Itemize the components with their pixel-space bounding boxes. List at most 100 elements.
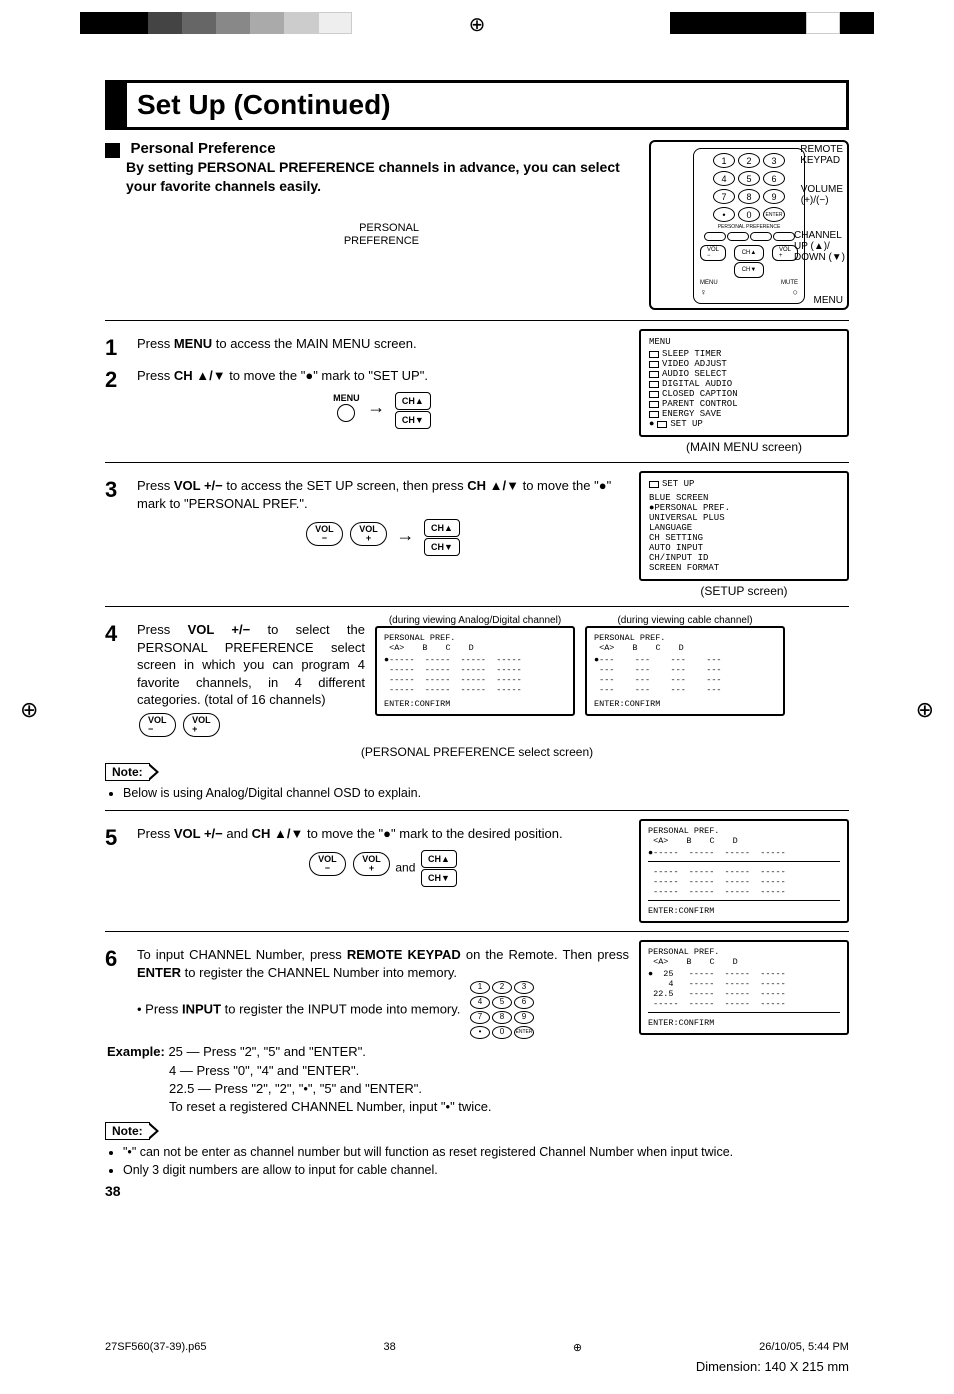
osd-item: PARENT CONTROL (662, 399, 738, 409)
crop-marks: ⊕ (0, 0, 954, 50)
pp-confirm: ENTER:CONFIRM (594, 699, 776, 709)
title-text: Set Up (Continued) (137, 89, 391, 120)
example-3: 22.5 — Press "2", "2", "•", "5" and "ENT… (169, 1080, 849, 1098)
key-5[interactable]: 5 (738, 171, 760, 186)
example-4: To reset a registered CHANNEL Number, in… (169, 1098, 849, 1116)
footer-file: 27SF560(37-39).p65 (105, 1341, 207, 1354)
step-1-num: 1 (105, 335, 127, 361)
callout-keypad: REMOTE KEYPAD (800, 144, 843, 166)
setup-caption: (SETUP screen) (639, 584, 849, 598)
pp-screen-step5: PERSONAL PREF. <A>BCD ●----- ----- -----… (639, 819, 849, 923)
osd-item: LANGUAGE (649, 523, 839, 533)
ch-down-box: CH▼ (424, 538, 460, 556)
key-6[interactable]: 6 (763, 171, 785, 186)
menu-label: MENU (333, 392, 360, 404)
key-dot[interactable]: • (713, 207, 735, 222)
vol-down-btn[interactable]: VOL− (700, 245, 726, 261)
osd-item: SET UP (670, 419, 702, 429)
vol-minus-pill: VOL − (306, 522, 343, 546)
example-1: 25 — Press "2", "5" and "ENTER". (168, 1044, 365, 1059)
ch-up-btn[interactable]: CH▲ (734, 245, 764, 261)
osd-setup-title: SET UP (662, 479, 694, 489)
pp-confirm: ENTER:CONFIRM (648, 1018, 840, 1028)
ch-down-btn[interactable]: CH▼ (734, 262, 764, 278)
section-title: Set Up (Continued) (105, 80, 849, 130)
step-3-body: Press VOL +/− to access the SET UP scree… (137, 477, 629, 556)
step4-caption-b: (during viewing cable channel) (585, 615, 785, 626)
note-tag: Note: (105, 1122, 150, 1140)
key-enter[interactable]: ENTER (763, 207, 785, 222)
dimension-text: Dimension: 140 X 215 mm (696, 1359, 849, 1374)
osd-item: SCREEN FORMAT (649, 563, 839, 573)
example-2: 4 — Press "0", "4" and "ENTER". (169, 1062, 849, 1080)
ch-up-box: CH▲ (395, 392, 431, 410)
osd-item: ENERGY SAVE (662, 409, 721, 419)
step-4-num: 4 (105, 621, 127, 647)
key-4[interactable]: 4 (713, 171, 735, 186)
step-2-body: Press CH ▲/▼ to move the "●" mark to "SE… (137, 367, 629, 429)
pp-label-1: PERSONAL (359, 222, 419, 234)
step-5-num: 5 (105, 825, 127, 851)
menu-circle-icon (337, 404, 355, 422)
key-9[interactable]: 9 (763, 189, 785, 204)
example-label: Example: (107, 1044, 165, 1059)
osd-menu-title: MENU (649, 337, 839, 347)
pp-title: PERSONAL PREF. (384, 633, 566, 643)
note-label: Note: (112, 765, 143, 779)
osd-item: CH SETTING (649, 533, 839, 543)
registration-bottom-icon: ⊕ (573, 1341, 582, 1354)
pp-bar-label: PERSONAL PREFERENCE (700, 224, 798, 230)
pp-callout: PERSONAL PREFERENCE (344, 222, 419, 248)
pp-screen-step6: PERSONAL PREF. <A>BCD ● 25 ----- ----- -… (639, 940, 849, 1035)
arrow-icon: → (396, 525, 414, 545)
vol-plus-pill: VOL + (353, 852, 390, 876)
footer-pg: 38 (384, 1341, 396, 1354)
key-1[interactable]: 1 (713, 153, 735, 168)
remote-keypad: 123 456 789 •0ENTER (700, 153, 798, 222)
key-7[interactable]: 7 (713, 189, 735, 204)
note-final-2: Only 3 digit numbers are allow to input … (123, 1162, 849, 1180)
registration-left-icon: ⊕ (20, 697, 38, 723)
vol-plus-pill: VOL + (350, 522, 387, 546)
osd-item: CLOSED CAPTION (662, 389, 738, 399)
key-0[interactable]: 0 (738, 207, 760, 222)
page-number: 38 (105, 1183, 849, 1199)
osd-item: SLEEP TIMER (662, 349, 721, 359)
pp-confirm: ENTER:CONFIRM (384, 699, 566, 709)
setup-osd: SET UP BLUE SCREEN ●PERSONAL PREF. UNIVE… (639, 471, 849, 581)
menu-btn-label[interactable]: MENU (700, 280, 718, 286)
osd-item: VIDEO ADJUST (662, 359, 727, 369)
step-3-num: 3 (105, 477, 127, 503)
intro-heading: Personal Preference (130, 140, 275, 157)
vol-plus-pill: VOL + (183, 713, 220, 737)
mute-btn-label[interactable]: MUTE (781, 280, 798, 286)
pp-title: PERSONAL PREF. (648, 826, 840, 836)
vol-minus-pill: VOL − (139, 713, 176, 737)
registration-right-icon: ⊕ (916, 697, 934, 723)
vol-minus-pill: VOL − (309, 852, 346, 876)
ch-up-box: CH▲ (424, 519, 460, 537)
note4-text: Below is using Analog/Digital channel OS… (123, 785, 849, 803)
osd-item: AUTO INPUT (649, 543, 839, 553)
pp-preset-a[interactable] (704, 232, 726, 241)
pp-preset-b[interactable] (727, 232, 749, 241)
pp-preset-d[interactable] (773, 232, 795, 241)
key-2[interactable]: 2 (738, 153, 760, 168)
key-8[interactable]: 8 (738, 189, 760, 204)
keypad-small: 123 456 789 •0ENTER (470, 981, 534, 1039)
ch-down-box: CH▼ (421, 869, 457, 887)
osd-item: AUDIO SELECT (662, 369, 727, 379)
note-label: Note: (112, 1124, 143, 1138)
footer: 27SF560(37-39).p65 38 ⊕ 26/10/05, 5:44 P… (90, 1341, 864, 1354)
pp-title: PERSONAL PREF. (648, 947, 840, 957)
pp-title: PERSONAL PREF. (594, 633, 776, 643)
pp-preset-c[interactable] (750, 232, 772, 241)
callout-volume: VOLUME (+)/(−) (801, 184, 843, 206)
note-tag: Note: (105, 763, 150, 781)
registration-icon: ⊕ (469, 12, 486, 37)
bullet-icon (105, 143, 120, 158)
key-3[interactable]: 3 (763, 153, 785, 168)
callout-menu: MENU (814, 295, 843, 306)
pp-label-2: PREFERENCE (344, 235, 419, 247)
remote-diagram: 123 456 789 •0ENTER PERSONAL PREFERENCE … (649, 140, 849, 310)
